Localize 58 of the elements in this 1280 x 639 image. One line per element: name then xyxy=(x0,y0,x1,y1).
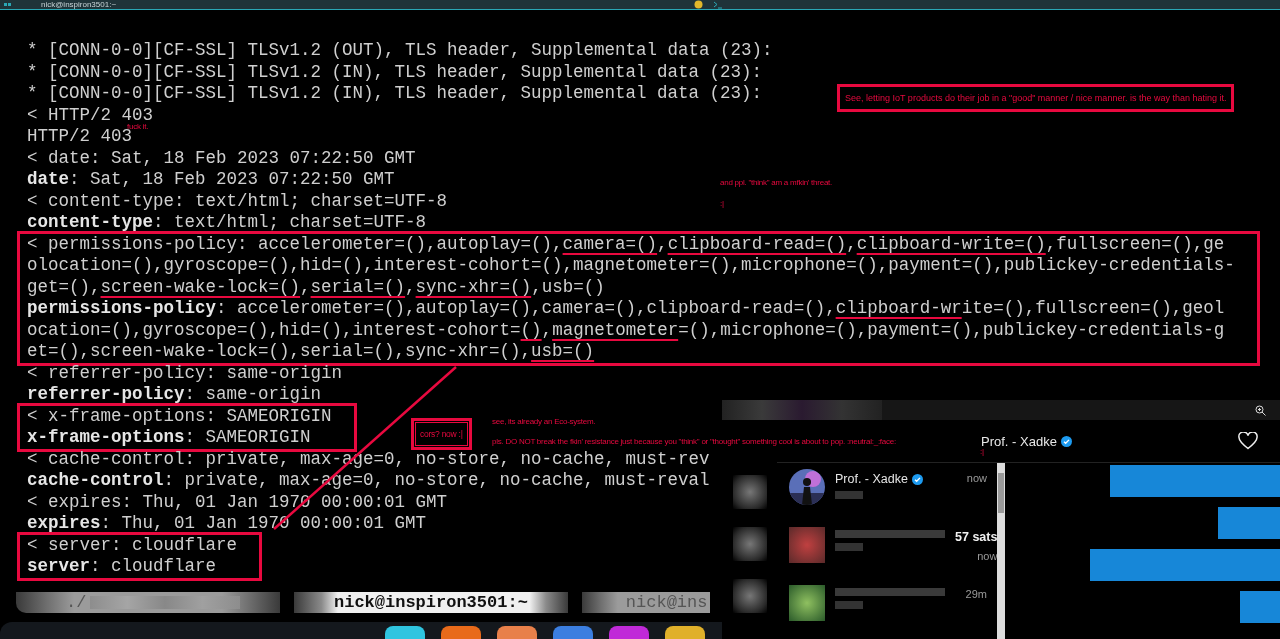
terminal-line: < referrer-policy: same-origin xyxy=(27,362,343,384)
terminal-line: content-type: text/html; charset=UTF-8 xyxy=(27,212,427,234)
grid-icon[interactable] xyxy=(4,0,13,9)
annotation-note: :| xyxy=(980,447,984,457)
window-title: nick@inspiron3501:~ xyxy=(41,0,117,9)
terminal-line: < HTTP/2 403 xyxy=(27,104,154,125)
annotation-note: see, its already an Eco-system. xyxy=(492,417,596,427)
app-icon[interactable] xyxy=(665,626,705,639)
conversation-item[interactable]: 29m xyxy=(777,579,997,637)
message-time: 29m xyxy=(965,588,987,600)
terminal-line: < server: cloudflare xyxy=(27,534,238,556)
terminal-line: < content-type: text/html; charset=UTF-8 xyxy=(27,190,448,212)
scroll-thumb[interactable] xyxy=(998,473,1004,513)
terminal-line: * [CONN-0-0][CF-SSL] TLSv1.2 (OUT), TLS header, Supplemental data (23): xyxy=(27,40,773,62)
terminal-line: server: cloudflare xyxy=(27,556,217,578)
terminal-line: < date: Sat, 18 Feb 2023 07:22:50 GMT xyxy=(27,147,416,169)
heart-icon[interactable] xyxy=(1238,432,1258,450)
terminal-line: x-frame-options: SAMEORIGIN xyxy=(27,427,311,449)
status-icon[interactable] xyxy=(694,0,704,9)
contact-name: Prof. - Xadke xyxy=(981,433,1057,449)
terminal-icon[interactable] xyxy=(713,0,723,9)
terminal-line: referrer-policy: same-origin xyxy=(27,384,322,406)
terminal-tab[interactable]: nick@inspiron3501:~ xyxy=(294,592,568,613)
message-time: now xyxy=(977,550,998,562)
annotation-note: pls. DO NOT break the fkin' resistance just because you "think" or "thought" something cool is about to pop. :neutral:_:face: xyxy=(492,437,896,447)
blurred-text xyxy=(835,491,863,499)
annotation-note: See, letting IoT products do their job in a "good" manner / nice manner. is the way than hating it. xyxy=(837,84,1235,112)
annotation-note: :| xyxy=(720,199,724,209)
blurred-avatar xyxy=(789,527,825,563)
terminal-line: < x-frame-options: SAMEORIGIN xyxy=(27,405,332,427)
message-time: now xyxy=(966,472,987,484)
terminal-line: < permissions-policy: accelerometer=(),autoplay=(),camera=(),clipboard-read=(),clipboard-write=(),fullscreen=(),geolocation=(),gyroscope=(),hid=(),interest-cohort=(),magnetometer=(),microphone=(),payment=(),publickey-credentials-get=(),screen-wake-lock=(),serial=(),sync-xhr=(),usb=() xyxy=(27,233,1235,298)
conversation-item[interactable]: 57 sats now xyxy=(777,521,997,579)
app-icon[interactable] xyxy=(553,626,593,639)
blurred-message xyxy=(1218,507,1280,539)
annotation-note: cors? now :| xyxy=(413,420,470,448)
blurred-avatar xyxy=(789,585,825,621)
app-icon[interactable] xyxy=(441,626,481,639)
blurred-text xyxy=(835,601,863,609)
conversation-item[interactable]: Prof. - Xadke now xyxy=(777,463,997,521)
contact-name: Prof. - Xadke xyxy=(835,472,908,486)
zap-amount: 57 sats xyxy=(955,530,998,544)
blurred-avatar[interactable] xyxy=(732,475,767,509)
annotation-note: and ppl. "think" am a mfkin' threat. xyxy=(720,178,833,188)
blurred-message xyxy=(1240,591,1280,623)
app-icon[interactable] xyxy=(385,626,425,639)
blurred-text xyxy=(835,543,863,551)
terminal-line: permissions-policy: accelerometer=(),autoplay=(),camera=(),clipboard-read=(),clipboard-write=(),fullscreen=(),geolocation=(),gyroscope=(),hid=(),interest-cohort=(),magnetometer=(),microphone=(),payment=(),publickey-credentials-get=(),screen-wake-lock=(),serial=(),sync-xhr=(),usb=() xyxy=(27,298,1226,363)
blurred-avatar[interactable] xyxy=(732,527,767,561)
avatar xyxy=(789,469,825,505)
app-icon[interactable] xyxy=(609,626,649,639)
scrollbar[interactable] xyxy=(997,463,1005,639)
terminal-line: date: Sat, 18 Feb 2023 07:22:50 GMT xyxy=(27,169,395,191)
zoom-icon[interactable] xyxy=(1255,404,1266,416)
app-icon[interactable] xyxy=(497,626,537,639)
terminal-line: * [CONN-0-0][CF-SSL] TLSv1.2 (IN), TLS header, Supplemental data (23): xyxy=(27,61,763,83)
terminal-line: * [CONN-0-0][CF-SSL] TLSv1.2 (IN), TLS header, Supplemental data (23): xyxy=(27,83,763,105)
blurred-avatar[interactable] xyxy=(732,579,767,613)
